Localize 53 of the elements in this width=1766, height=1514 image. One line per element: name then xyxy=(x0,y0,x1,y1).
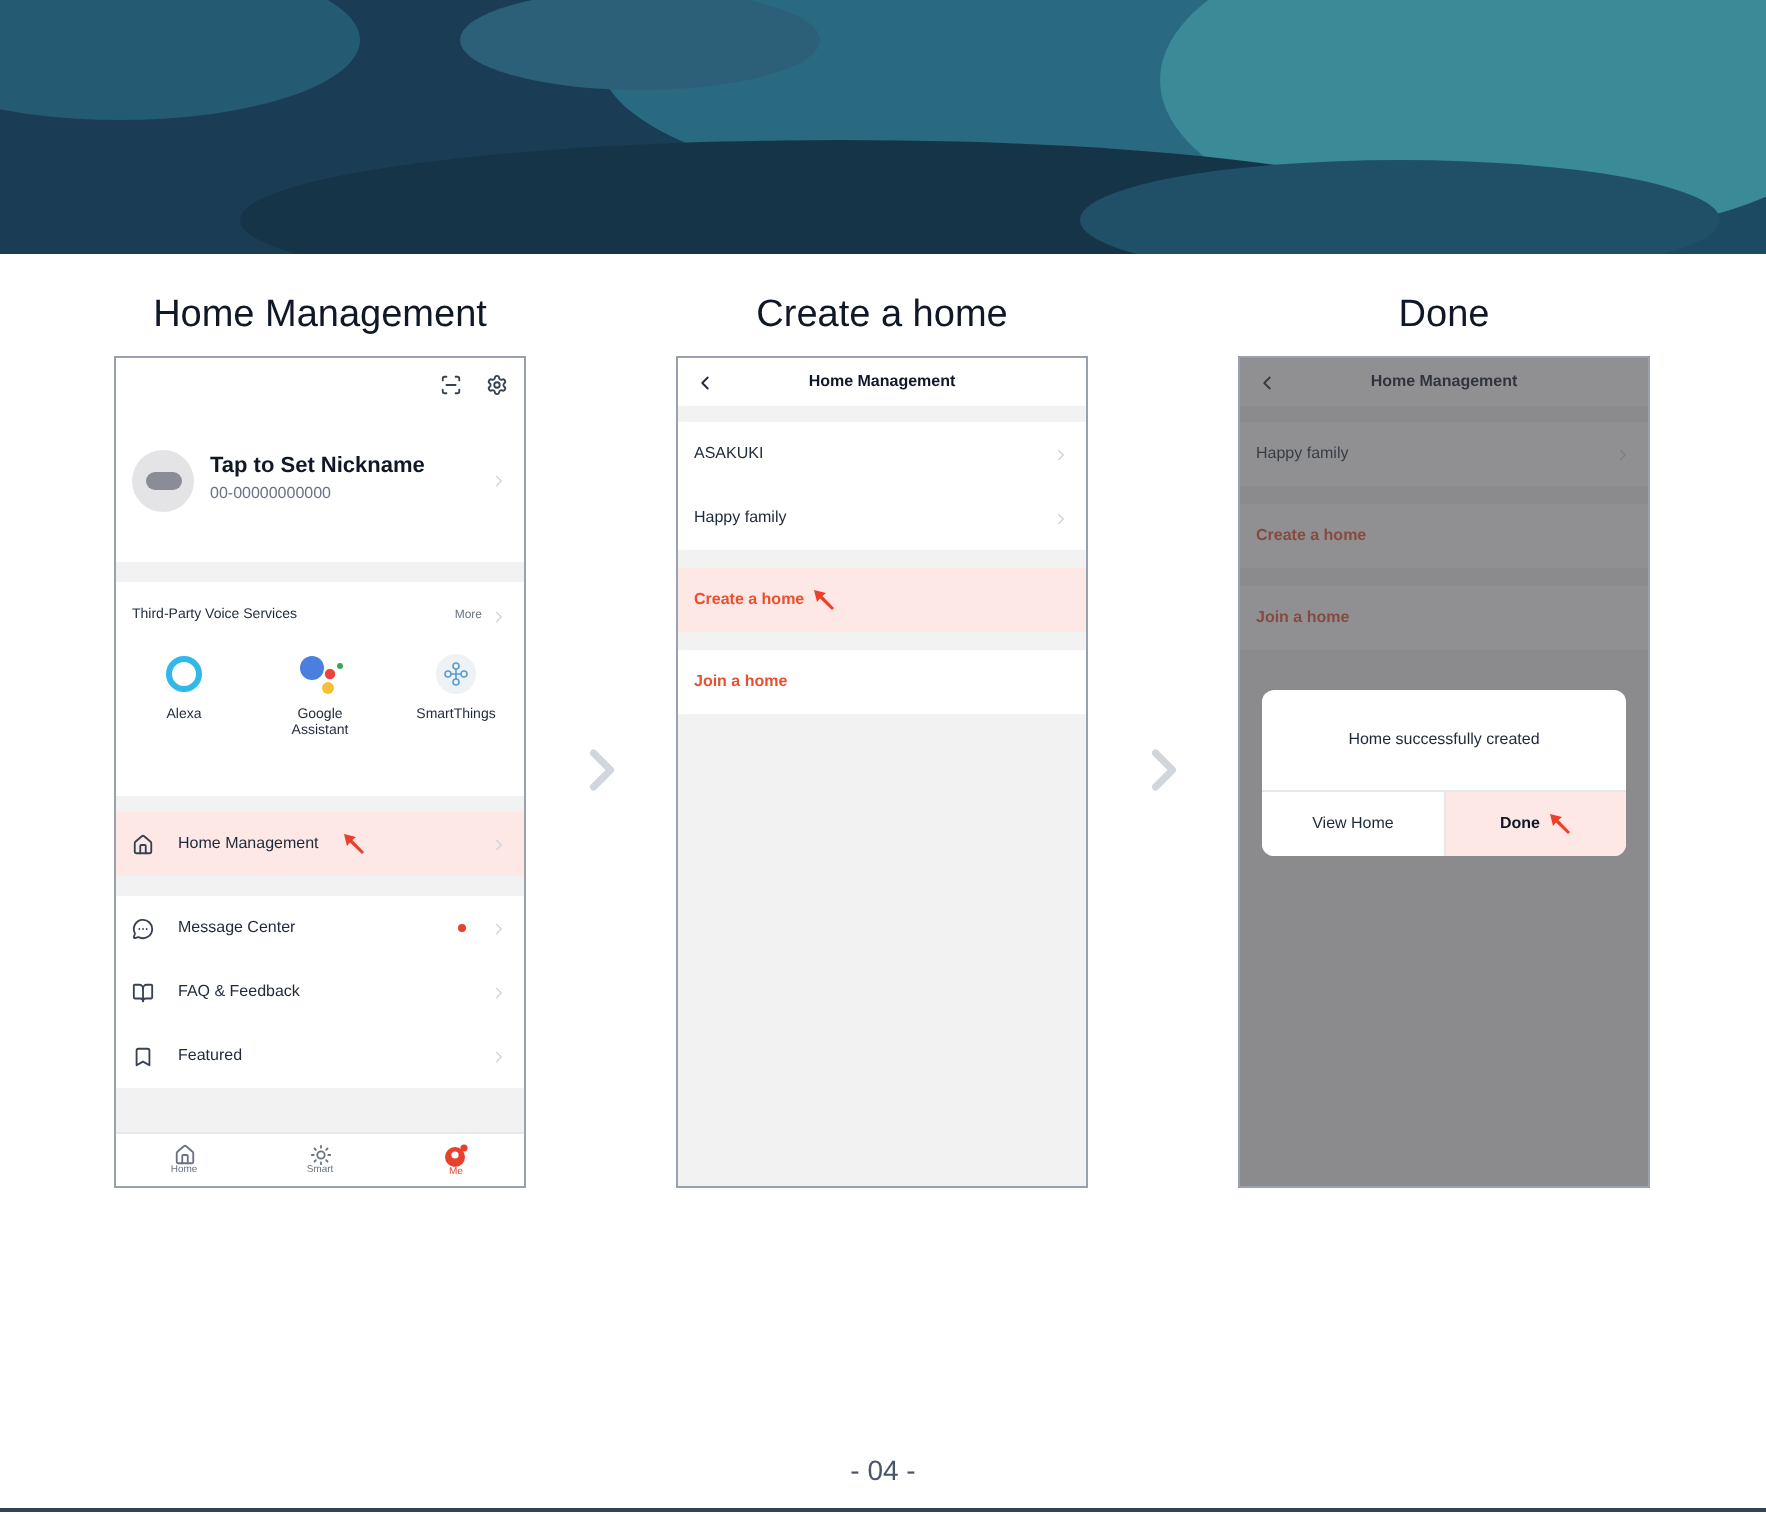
chevron-icon xyxy=(490,471,508,489)
menu-row[interactable]: Message Center xyxy=(116,896,524,960)
chevron-icon xyxy=(490,1047,508,1065)
home-name: ASAKUKI xyxy=(694,442,764,466)
home-icon xyxy=(173,1144,195,1166)
page-number: - 04 - xyxy=(848,1452,918,1490)
menu-label: Home Management xyxy=(178,832,319,856)
pointer-arrow xyxy=(1548,812,1572,836)
action-label: Join a home xyxy=(694,670,788,694)
scan-icon[interactable] xyxy=(440,374,462,396)
dialog-button[interactable]: Done xyxy=(1444,792,1626,856)
chevron-icon xyxy=(490,607,508,626)
settings-icon[interactable] xyxy=(486,374,508,396)
chevron-icon xyxy=(490,983,508,1001)
step-title: Done xyxy=(1398,292,1490,340)
ring-logo-icon xyxy=(164,653,204,693)
chevron-icon xyxy=(1052,509,1070,527)
chevron-icon xyxy=(1052,445,1070,463)
network-logo-icon xyxy=(436,653,476,693)
action-label: Join a home xyxy=(1256,606,1350,630)
screen-title: Home Management xyxy=(806,370,958,394)
home-row[interactable]: Happy family xyxy=(1240,422,1648,486)
dialog-message: Home successfully created xyxy=(1346,728,1542,752)
sun-icon xyxy=(309,1144,331,1166)
menu-icon xyxy=(132,833,154,855)
home-name: Happy family xyxy=(1256,442,1349,466)
account-number: 00-00000000000 xyxy=(210,481,334,506)
home-name: Happy family xyxy=(694,506,787,530)
action-label: Create a home xyxy=(694,588,805,612)
menu-icon xyxy=(132,1045,154,1067)
pointer-arrow xyxy=(812,588,837,612)
action-label: Create a home xyxy=(1256,524,1367,548)
menu-row[interactable]: Home Management xyxy=(116,812,524,876)
home-row[interactable]: Happy family xyxy=(678,486,1086,550)
pointer-arrow xyxy=(342,832,367,856)
menu-icon xyxy=(132,917,154,939)
person-icon xyxy=(444,1143,468,1167)
step-title: Home Management xyxy=(153,292,487,340)
screen-title: Home Management xyxy=(1368,370,1520,394)
action-row[interactable]: Join a home xyxy=(678,650,1086,714)
avatar xyxy=(132,449,194,511)
dots-logo-icon xyxy=(296,651,344,695)
step-title: Create a home xyxy=(756,292,1008,340)
chevron-icon xyxy=(490,835,508,853)
menu-icon xyxy=(132,981,154,1003)
menu-label: Message Center xyxy=(178,916,296,940)
menu-label: FAQ & Feedback xyxy=(178,980,300,1004)
chevron-icon xyxy=(490,919,508,937)
menu-label: Featured xyxy=(178,1044,243,1068)
menu-row[interactable]: FAQ & Feedback xyxy=(116,960,524,1024)
menu-row[interactable]: Featured xyxy=(116,1024,524,1088)
nickname[interactable]: Tap to Set Nickname xyxy=(210,454,474,482)
home-row[interactable]: ASAKUKI xyxy=(678,422,1086,486)
